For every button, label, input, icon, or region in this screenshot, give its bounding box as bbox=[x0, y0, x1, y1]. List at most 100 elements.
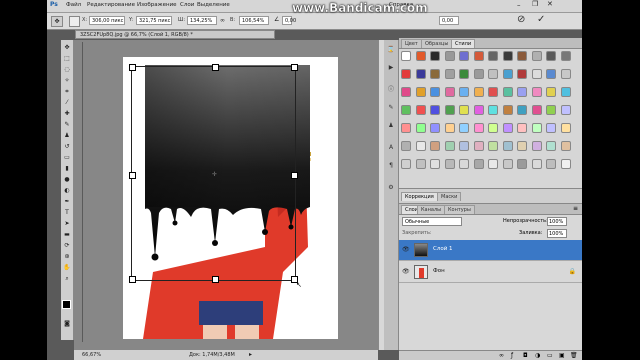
menu-layers[interactable]: Слои bbox=[180, 2, 194, 8]
style-swatch[interactable] bbox=[502, 51, 513, 61]
style-swatch[interactable] bbox=[401, 51, 411, 61]
shape-tool-icon[interactable]: ▬ bbox=[63, 231, 71, 239]
style-swatch[interactable] bbox=[531, 105, 542, 115]
brush-tool-icon[interactable]: ✎ bbox=[63, 121, 71, 129]
new-adjustment-icon[interactable]: ◑ bbox=[535, 352, 540, 359]
style-swatch[interactable] bbox=[531, 159, 542, 169]
menu-image[interactable]: Изображение bbox=[137, 2, 177, 8]
tab-masks[interactable]: Маски bbox=[437, 192, 462, 201]
style-swatch[interactable] bbox=[560, 69, 571, 79]
magic-wand-icon[interactable]: ✧ bbox=[63, 77, 71, 85]
style-swatch[interactable] bbox=[415, 51, 426, 61]
zoom-tool-icon[interactable]: ⌕ bbox=[63, 275, 71, 283]
style-swatch[interactable] bbox=[473, 141, 484, 151]
layer-name[interactable]: Слой 1 bbox=[433, 246, 453, 252]
style-swatch[interactable] bbox=[502, 141, 513, 151]
style-swatch[interactable] bbox=[560, 123, 571, 133]
pen-tool-icon[interactable]: ✒ bbox=[63, 198, 71, 206]
menu-edit[interactable]: Редактирование bbox=[87, 2, 135, 8]
brushes-panel-icon[interactable]: ✎ bbox=[387, 104, 395, 112]
clone-stamp-icon[interactable]: ♟ bbox=[63, 132, 71, 140]
canvas-area[interactable]: ✛ ↖ bbox=[74, 40, 378, 350]
style-swatch[interactable] bbox=[401, 87, 411, 97]
transform-handle[interactable] bbox=[129, 64, 136, 71]
style-swatch[interactable] bbox=[473, 69, 484, 79]
move-tool-icon[interactable]: ✥ bbox=[63, 44, 71, 52]
blend-mode-select[interactable]: Обычные bbox=[402, 217, 462, 226]
transform-center-icon[interactable]: ✛ bbox=[212, 172, 217, 178]
style-swatch[interactable] bbox=[415, 123, 426, 133]
style-swatch[interactable] bbox=[430, 87, 440, 97]
style-swatch[interactable] bbox=[459, 87, 469, 97]
style-swatch[interactable] bbox=[473, 123, 484, 133]
zoom-level[interactable]: 66,67% bbox=[82, 350, 101, 360]
style-swatch[interactable] bbox=[546, 51, 556, 61]
foreground-color-swatch[interactable] bbox=[62, 300, 71, 309]
angle-field[interactable]: 0,00 bbox=[282, 16, 296, 25]
history-panel-icon[interactable]: ⌛ bbox=[387, 46, 395, 54]
marquee-tool-icon[interactable]: ⬚ bbox=[63, 55, 71, 63]
style-swatch[interactable] bbox=[430, 69, 440, 79]
minimize-icon[interactable]: – bbox=[517, 1, 521, 9]
style-swatch[interactable] bbox=[488, 87, 498, 97]
eraser-icon[interactable]: ▭ bbox=[63, 154, 71, 162]
style-swatch[interactable] bbox=[517, 69, 527, 79]
visibility-eye-icon[interactable]: 👁 bbox=[402, 269, 410, 275]
quick-mask-icon[interactable]: ◙ bbox=[63, 320, 71, 328]
style-swatch[interactable] bbox=[502, 105, 513, 115]
width-field[interactable]: 134,25% bbox=[187, 16, 217, 25]
paragraph-panel-icon[interactable]: ¶ bbox=[387, 162, 395, 170]
style-swatch[interactable] bbox=[560, 141, 571, 151]
history-brush-icon[interactable]: ↺ bbox=[63, 143, 71, 151]
style-swatch[interactable] bbox=[546, 123, 556, 133]
style-swatch[interactable] bbox=[488, 51, 498, 61]
new-layer-icon[interactable]: ▣ bbox=[559, 352, 565, 359]
tab-paths[interactable]: Контуры bbox=[444, 205, 475, 214]
clone-source-icon[interactable]: ♟ bbox=[387, 122, 395, 130]
transform-handle[interactable] bbox=[291, 172, 298, 179]
actions-panel-icon[interactable]: ▶ bbox=[387, 64, 395, 72]
path-select-icon[interactable]: ➤ bbox=[63, 220, 71, 228]
visibility-eye-icon[interactable]: 👁 bbox=[402, 247, 410, 253]
hand-tool-icon[interactable]: ✋ bbox=[63, 264, 71, 272]
style-swatch[interactable] bbox=[444, 123, 455, 133]
style-swatch[interactable] bbox=[546, 105, 556, 115]
opacity-field[interactable]: 100% bbox=[547, 217, 567, 226]
fill-field[interactable]: 100% bbox=[547, 229, 567, 238]
style-swatch[interactable] bbox=[444, 159, 455, 169]
style-swatch[interactable] bbox=[502, 123, 513, 133]
delete-layer-icon[interactable]: 🗑 bbox=[570, 352, 578, 359]
3d-rotate-icon[interactable]: ⟳ bbox=[63, 242, 71, 250]
dodge-tool-icon[interactable]: ◐ bbox=[63, 187, 71, 195]
menu-file[interactable]: Файл bbox=[66, 2, 81, 8]
document-tab[interactable]: 3ZSC2FUp8Q.jpg @ 66,7% (Слой 1, RGB/8) * bbox=[75, 30, 275, 39]
style-swatch[interactable] bbox=[531, 51, 542, 61]
style-swatch[interactable] bbox=[502, 159, 513, 169]
style-swatch[interactable] bbox=[473, 87, 484, 97]
skew-field[interactable]: 0,00 bbox=[439, 16, 459, 25]
close-icon[interactable]: ✕ bbox=[547, 0, 553, 8]
style-swatch[interactable] bbox=[473, 51, 484, 61]
y-field[interactable]: 321,75 пикс bbox=[136, 16, 172, 25]
style-swatch[interactable] bbox=[415, 159, 426, 169]
style-swatch[interactable] bbox=[517, 87, 527, 97]
style-swatch[interactable] bbox=[517, 123, 527, 133]
style-swatch[interactable] bbox=[473, 105, 484, 115]
style-swatch[interactable] bbox=[546, 159, 556, 169]
style-swatch[interactable] bbox=[502, 87, 513, 97]
style-swatch[interactable] bbox=[430, 123, 440, 133]
crop-tool-icon[interactable]: ⌗ bbox=[63, 88, 71, 96]
style-swatch[interactable] bbox=[401, 141, 411, 151]
style-swatch[interactable] bbox=[473, 159, 484, 169]
restore-icon[interactable]: ❐ bbox=[532, 0, 538, 8]
style-swatch[interactable] bbox=[517, 141, 527, 151]
mask-icon[interactable]: ◘ bbox=[523, 352, 528, 359]
tab-swatches[interactable]: Образцы bbox=[421, 39, 453, 48]
style-swatch[interactable] bbox=[430, 141, 440, 151]
style-swatch[interactable] bbox=[488, 123, 498, 133]
transform-handle[interactable] bbox=[212, 64, 219, 71]
style-swatch[interactable] bbox=[430, 159, 440, 169]
style-swatch[interactable] bbox=[415, 105, 426, 115]
tab-adjustments[interactable]: Коррекция bbox=[401, 192, 438, 201]
tool-presets-icon[interactable]: ⚙ bbox=[387, 184, 395, 192]
